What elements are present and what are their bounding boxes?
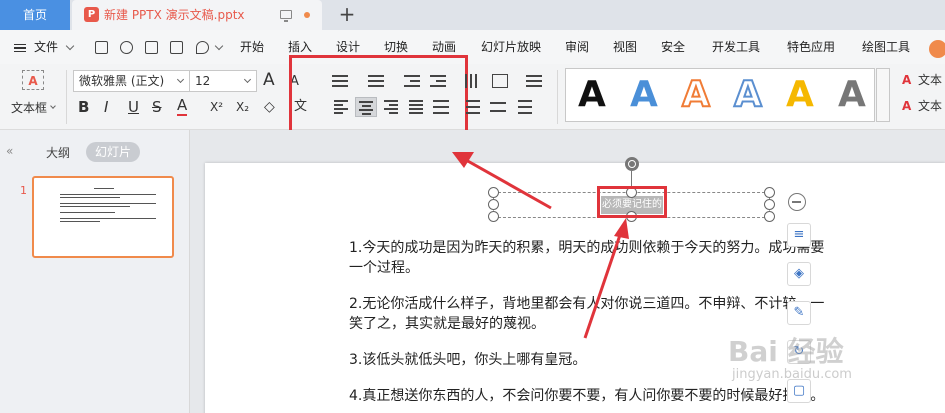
font-size-value: 12 (195, 74, 211, 88)
watermark-logo: Bai 经验 (728, 335, 844, 368)
underline-button[interactable]: U (128, 97, 139, 117)
textbox-icon[interactable]: A (22, 70, 44, 90)
line-spacing-icon[interactable] (514, 100, 532, 114)
text-direction-icon[interactable] (463, 74, 479, 88)
collapse-float-tools-icon[interactable] (788, 193, 806, 211)
paragraph-2: 2.无论你活成什么样子，背地里都会有人对你说三道四。不申辩、不计较、一笑了之，其… (349, 296, 825, 332)
menu-item-slideshow[interactable]: 幻灯片放映 (481, 30, 541, 64)
resize-handle[interactable] (488, 199, 499, 210)
share-icon[interactable] (120, 41, 133, 54)
chevron-down-icon[interactable] (214, 41, 224, 51)
font-name-select[interactable]: 微软雅黑 (正文) (73, 70, 190, 92)
text-outline-button[interactable]: 文本 (918, 96, 942, 116)
art-style-blue-outline[interactable]: A (733, 73, 763, 117)
text-fill-icon[interactable]: A (902, 70, 911, 90)
art-style-gold[interactable]: A (786, 73, 814, 117)
paragraph-spacing-icon[interactable] (466, 100, 482, 114)
resize-handle[interactable] (764, 211, 775, 222)
paragraph-1: 1.今天的成功是因为昨天的积累，明天的成功则依赖于今天的努力。成功需要一个过程。 (349, 240, 825, 276)
superscript-button[interactable]: X² (210, 97, 223, 117)
watermark-url: jingyan.baidu.com (732, 367, 852, 382)
file-menu[interactable]: 文件 (34, 30, 58, 64)
undo-icon[interactable] (196, 41, 209, 54)
rotate-handle-icon[interactable] (625, 157, 639, 171)
textbox-button[interactable]: 文本框 (11, 98, 47, 118)
avatar[interactable] (929, 40, 945, 58)
menu-bar: 文件 开始 插入 设计 切换 动画 幻灯片放映 审阅 视图 安全 开发工具 特色… (0, 30, 945, 64)
title-bar: 首页 P 新建 PPTX 演示文稿.pptx + (0, 0, 945, 30)
smart-layout-icon[interactable] (490, 100, 506, 114)
art-style-orange-outline[interactable]: A (681, 73, 711, 117)
tab-outline[interactable]: 大纲 (46, 144, 70, 161)
annotation-highlight-box (289, 55, 468, 133)
menu-item-review[interactable]: 审阅 (565, 30, 589, 64)
slide-body-text[interactable]: 1.今天的成功是因为昨天的积累，明天的成功则依赖于今天的努力。成功需要一个过程。… (349, 238, 829, 413)
menu-item-special-apps[interactable]: 特色应用 (787, 30, 835, 64)
menu-item-home[interactable]: 开始 (240, 30, 264, 64)
wps-presentation-window: 首页 P 新建 PPTX 演示文稿.pptx + 文件 开始 插入 设计 切换 … (0, 0, 945, 413)
print-preview-icon[interactable] (170, 41, 183, 54)
column-icon[interactable] (526, 74, 542, 88)
annotation-textbox-highlight (597, 186, 667, 218)
gallery-scroll[interactable] (876, 68, 890, 122)
text-format-tool-icon[interactable]: ≡ (787, 223, 811, 247)
eraser-icon[interactable]: ◇ (264, 97, 275, 117)
slide-thumbnail[interactable] (32, 176, 174, 258)
monitor-icon[interactable] (280, 10, 292, 22)
pen-tool-icon[interactable]: ✎ (787, 301, 811, 325)
document-tab-title: 新建 PPTX 演示文稿.pptx (104, 8, 245, 22)
layers-tool-icon[interactable]: ◈ (787, 262, 811, 286)
separator (66, 70, 67, 124)
slides-panel: « 大纲 幻灯片 1 (0, 130, 190, 413)
document-tab[interactable]: P 新建 PPTX 演示文稿.pptx (72, 0, 322, 30)
ribbon-toolbar: A 文本框 微软雅黑 (正文) 12 A A B I U S A X² X₂ ◇… (0, 55, 945, 133)
menu-item-developer[interactable]: 开发工具 (712, 30, 760, 64)
bold-button[interactable]: B (78, 97, 89, 117)
art-style-gray[interactable]: A (838, 73, 866, 117)
new-tab-button[interactable]: + (337, 0, 357, 30)
italic-button[interactable]: I (104, 97, 108, 117)
print-icon[interactable] (145, 41, 158, 54)
text-outline-icon[interactable]: A (902, 96, 911, 116)
presentation-file-icon: P (84, 7, 99, 22)
grow-font-button[interactable]: A (263, 70, 275, 90)
slide-number: 1 (20, 184, 27, 197)
font-color-button[interactable]: A (177, 97, 188, 116)
collapse-panel-icon[interactable]: « (6, 144, 13, 158)
home-tab[interactable]: 首页 (0, 0, 70, 30)
subscript-button[interactable]: X₂ (236, 97, 249, 117)
menu-item-security[interactable]: 安全 (661, 30, 685, 64)
art-style-black[interactable]: A (578, 73, 606, 117)
font-size-select[interactable]: 12 (189, 70, 257, 92)
chevron-down-icon[interactable] (50, 103, 56, 109)
rotate-handle-line (631, 171, 632, 187)
font-name-value: 微软雅黑 (正文) (79, 74, 165, 88)
separator (557, 70, 558, 124)
strikethrough-button[interactable]: S (152, 97, 162, 117)
text-fill-button[interactable]: 文本 (918, 70, 942, 90)
resize-handle[interactable] (764, 187, 775, 198)
unsaved-dot-icon (304, 12, 310, 18)
resize-handle[interactable] (764, 199, 775, 210)
hamburger-menu-icon[interactable] (14, 44, 26, 52)
menu-item-drawing-tools[interactable]: 绘图工具 (862, 30, 910, 64)
chevron-down-icon[interactable] (65, 41, 75, 51)
resize-handle[interactable] (488, 211, 499, 222)
text-art-style-gallery[interactable]: A A A A A A (565, 68, 875, 122)
save-icon[interactable] (95, 41, 108, 54)
resize-handle[interactable] (488, 187, 499, 198)
art-style-blue[interactable]: A (630, 73, 658, 117)
crop-tool-icon[interactable]: ▢ (787, 379, 811, 403)
paragraph-4: 4.真正想送你东西的人，不会问你要不要，有人问你要不要的时候最好拒绝。 (349, 388, 825, 404)
menu-item-view[interactable]: 视图 (613, 30, 637, 64)
tab-slides[interactable]: 幻灯片 (86, 142, 140, 162)
text-box-align-icon[interactable] (492, 74, 508, 88)
